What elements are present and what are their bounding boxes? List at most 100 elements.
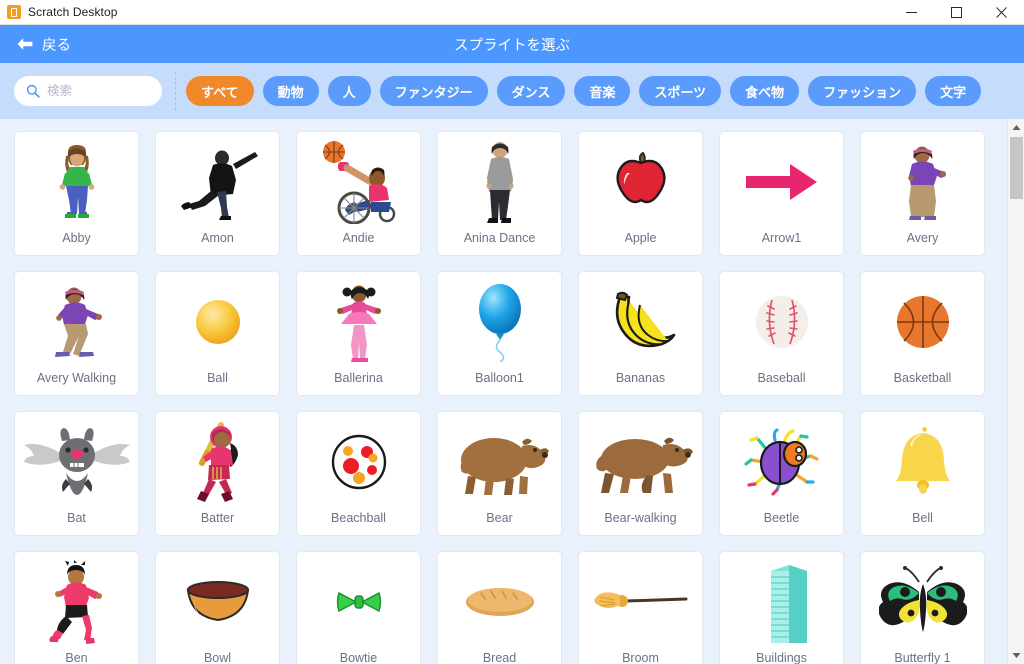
sprite-card-label: Abby — [62, 231, 91, 245]
bear-sprite — [438, 412, 561, 507]
bat-sprite — [15, 412, 138, 507]
sprite-card[interactable]: Ball — [155, 271, 280, 396]
sprite-card[interactable]: Andie — [296, 131, 421, 256]
maximize-button[interactable] — [934, 0, 979, 25]
sprite-card[interactable]: Bowl — [155, 551, 280, 664]
category-tab-label: 文字 — [940, 84, 967, 100]
scroll-down-button[interactable] — [1008, 647, 1024, 664]
search-input[interactable] — [47, 84, 150, 98]
sprite-card[interactable]: Broom — [578, 551, 703, 664]
category-tabs: すべて 動物 人 ファンタジー ダンス 音楽 スポーツ 食べ物 ファッション 文字 — [186, 76, 982, 106]
back-button[interactable]: 戻る — [16, 34, 71, 55]
girl-purple-shirt-sprite — [861, 132, 984, 227]
sprite-card-label: Broom — [622, 651, 659, 664]
category-tab-1[interactable]: 動物 — [262, 76, 319, 106]
vertical-scrollbar[interactable] — [1007, 119, 1024, 664]
category-tab-4[interactable]: ダンス — [496, 76, 566, 106]
sprite-card[interactable]: Ben — [14, 551, 139, 664]
category-tab-label: スポーツ — [654, 84, 707, 100]
sprite-card-label: Balloon1 — [475, 371, 524, 385]
sprite-card-label: Bowtie — [339, 651, 378, 664]
sprite-card[interactable]: Bread — [437, 551, 562, 664]
sprite-card[interactable]: Baseball — [719, 271, 844, 396]
girl-green-shirt-sprite — [15, 132, 138, 227]
close-button[interactable] — [979, 0, 1024, 25]
sprite-card[interactable]: Beetle — [719, 411, 844, 536]
sprite-card[interactable]: Balloon1 — [437, 271, 562, 396]
sprite-card[interactable]: Bear — [437, 411, 562, 536]
sprite-card[interactable]: Avery — [860, 131, 985, 256]
sprite-card[interactable]: Arrow1 — [719, 131, 844, 256]
scratch-logo-icon — [7, 5, 21, 19]
sprite-card[interactable]: Ballerina — [296, 271, 421, 396]
sprite-card-label: Bowl — [203, 651, 232, 664]
sprite-card-label: Ballerina — [334, 371, 383, 385]
man-dancing-sprite — [156, 132, 279, 227]
apple-sprite — [579, 132, 702, 227]
sprite-card-label: Anina Dance — [463, 231, 536, 245]
beetle-sprite — [720, 412, 843, 507]
sprite-card[interactable]: Bananas — [578, 271, 703, 396]
bananas-sprite — [579, 272, 702, 367]
sprite-card-label: Basketball — [893, 371, 952, 385]
category-tab-5[interactable]: 音楽 — [574, 76, 631, 106]
sprite-card[interactable]: Abby — [14, 131, 139, 256]
filter-divider — [175, 72, 176, 110]
sprite-card[interactable]: Buildings — [719, 551, 844, 664]
ball-sprite — [156, 272, 279, 367]
sprite-card[interactable]: Bell — [860, 411, 985, 536]
library-header: 戻る スプライトを選ぶ — [0, 25, 1024, 63]
sprite-card[interactable]: Basketball — [860, 271, 985, 396]
wheelchair-basketball-sprite — [297, 132, 420, 227]
sprite-card-label: Apple — [624, 231, 657, 245]
sprite-card[interactable]: Butterfly 1 — [860, 551, 985, 664]
sprite-grid-area: Abby Amon Andie Anina Dance Apple Arrow1… — [0, 119, 1024, 664]
category-tab-8[interactable]: ファッション — [808, 76, 917, 106]
category-tab-9[interactable]: 文字 — [925, 76, 982, 106]
category-tab-label: 動物 — [277, 84, 304, 100]
category-tab-3[interactable]: ファンタジー — [379, 76, 488, 106]
sprite-card[interactable]: Batter — [155, 411, 280, 536]
sprite-card-label: Bat — [67, 511, 86, 525]
sprite-card[interactable]: Anina Dance — [437, 131, 562, 256]
chevron-down-icon — [1012, 653, 1021, 658]
sprite-card-label: Ben — [65, 651, 88, 664]
butterfly-sprite — [861, 552, 984, 647]
category-tab-label: ファンタジー — [394, 84, 473, 100]
category-tab-label: すべて — [201, 84, 239, 100]
sprite-card[interactable]: Bear-walking — [578, 411, 703, 536]
category-tab-7[interactable]: 食べ物 — [730, 76, 800, 106]
sprite-card-label: Bananas — [615, 371, 666, 385]
sprite-card-label: Avery — [906, 231, 939, 245]
sprite-card-label: Bell — [912, 511, 933, 525]
sprite-card[interactable]: Bowtie — [296, 551, 421, 664]
sprite-card[interactable]: Avery Walking — [14, 271, 139, 396]
back-button-label: 戻る — [42, 37, 71, 54]
arrow-right-sprite — [720, 132, 843, 227]
scroll-up-button[interactable] — [1008, 119, 1024, 136]
search-box[interactable] — [14, 76, 162, 106]
sprite-card-label: Baseball — [757, 371, 806, 385]
sprite-card[interactable]: Amon — [155, 131, 280, 256]
sprite-card-label: Ball — [207, 371, 228, 385]
minimize-button[interactable] — [889, 0, 934, 25]
basketball-sprite — [861, 272, 984, 367]
girl-walking-sprite — [15, 272, 138, 367]
sprite-card-label: Bread — [482, 651, 517, 664]
search-icon — [26, 84, 40, 98]
sprite-card[interactable]: Apple — [578, 131, 703, 256]
category-tab-label: 音楽 — [589, 84, 616, 100]
sprite-card-label: Bear-walking — [604, 511, 677, 525]
category-tab-label: ファッション — [823, 84, 902, 100]
sprite-card[interactable]: Bat — [14, 411, 139, 536]
category-tab-0[interactable]: すべて — [186, 76, 254, 106]
category-tab-2[interactable]: 人 — [327, 76, 371, 106]
bowtie-sprite — [297, 552, 420, 647]
category-tab-label: 人 — [342, 84, 356, 100]
sprite-card-label: Arrow1 — [761, 231, 802, 245]
sprite-card[interactable]: Beachball — [296, 411, 421, 536]
baseball-sprite — [720, 272, 843, 367]
category-tab-label: ダンス — [511, 84, 551, 100]
scroll-thumb[interactable] — [1010, 137, 1023, 199]
category-tab-6[interactable]: スポーツ — [639, 76, 722, 106]
